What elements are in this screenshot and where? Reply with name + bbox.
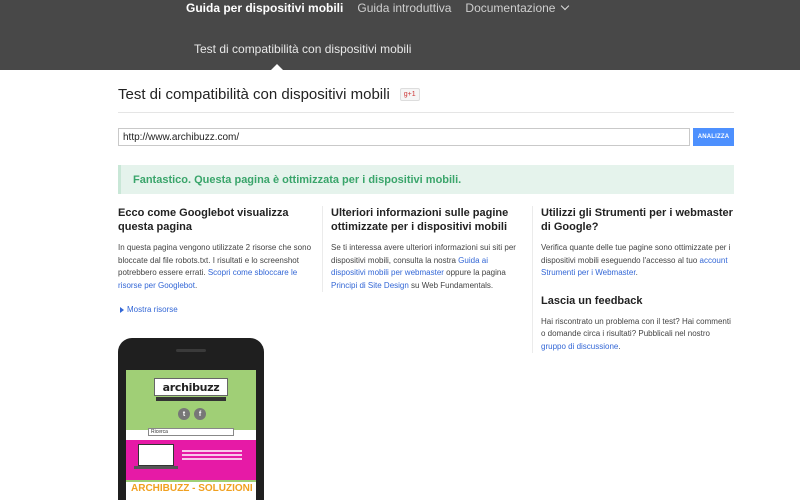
expand-arrow-icon	[120, 306, 124, 313]
chevron-down-icon	[561, 1, 570, 11]
preview-banner-text	[182, 450, 242, 464]
nav-mobile-guide[interactable]: Guida per dispositivi mobili	[186, 0, 343, 16]
google-plus-button[interactable]: g+1	[399, 88, 420, 101]
nav-getting-started[interactable]: Guida introduttiva	[357, 0, 451, 16]
more-info-heading: Ulteriori informazioni sulle pagine otti…	[331, 207, 509, 233]
twitter-icon: t	[178, 408, 190, 420]
title-divider	[118, 112, 734, 113]
show-resources-toggle[interactable]: Mostra risorse	[120, 305, 178, 314]
googlebot-text: In questa pagina vengono utilizzate 2 ri…	[118, 242, 314, 292]
preview-logo-text: archibuzz	[162, 380, 220, 394]
top-header: Guida per dispositivi mobili Guida intro…	[0, 0, 800, 70]
url-input[interactable]	[118, 128, 690, 146]
nav-getting-started-label: Guida introduttiva	[357, 1, 452, 15]
more-info-text: Se ti interessa avere ulteriori informaz…	[331, 242, 522, 292]
nav-mobile-guide-label: Guida per dispositivi mobili	[186, 1, 344, 15]
subnav-mobile-test[interactable]: Test di compatibilità con dispositivi mo…	[194, 42, 411, 56]
webmaster-text-end: .	[635, 268, 638, 277]
nav-documentation[interactable]: Documentazione	[465, 0, 570, 16]
site-design-link[interactable]: Principi di Site Design	[331, 281, 409, 290]
feedback-body: Hai riscontrato un problema con il test?…	[541, 316, 731, 339]
feedback-heading: Lascia un feedback	[541, 294, 643, 307]
more-info-body-3: su Web Fundamentals.	[408, 280, 494, 290]
feedback-text-end: .	[618, 341, 621, 351]
success-banner: Fantastico. Questa pagina è ottimizzata …	[118, 165, 734, 194]
page-title: Test di compatibilità con dispositivi mo…	[118, 86, 390, 103]
webmaster-text: Verifica quante delle tue pagine sono ot…	[541, 242, 734, 280]
more-info-column: Ulteriori informazioni sulle pagine otti…	[322, 206, 522, 292]
laptop-icon	[138, 444, 174, 466]
laptop-base	[134, 466, 178, 469]
discussion-group-link[interactable]: gruppo di discussione	[541, 342, 618, 351]
show-resources-label: Mostra risorse	[127, 305, 178, 314]
nav-documentation-label: Documentazione	[465, 1, 556, 15]
webmaster-column: Utilizzi gli Strumenti per i webmaster d…	[532, 206, 734, 353]
feedback-text: Hai riscontrato un problema con il test?…	[541, 316, 734, 354]
preview-search-field: Ricerca	[148, 428, 234, 436]
success-message: Fantastico. Questa pagina è ottimizzata …	[133, 173, 462, 186]
phone-speaker	[176, 349, 206, 352]
more-info-body-1: Se ti interessa avere ulteriori informaz…	[331, 243, 516, 265]
preview-banner-title: ARCHIBUZZ - SOLUZIONI	[131, 483, 253, 494]
analyze-button[interactable]: ANALIZZA	[693, 128, 734, 146]
more-info-body-2: oppure la pagina	[443, 268, 506, 277]
facebook-icon: f	[194, 408, 206, 420]
title-row: Test di compatibilità con dispositivi mo…	[118, 86, 420, 103]
googlebot-text-end: .	[194, 280, 198, 290]
googlebot-heading: Ecco come Googlebot visualizza questa pa…	[118, 207, 289, 233]
googlebot-column: Ecco come Googlebot visualizza questa pa…	[110, 206, 314, 292]
preview-logo-tagline	[156, 397, 226, 401]
webmaster-heading: Utilizzi gli Strumenti per i webmaster d…	[541, 207, 733, 233]
active-tab-indicator	[271, 64, 283, 70]
phone-screenshot: archibuzz t f Ricerca ARCHIBUZZ - SOLUZI…	[126, 370, 256, 500]
preview-logo: archibuzz	[154, 378, 228, 396]
top-navigation: Guida per dispositivi mobili Guida intro…	[186, 0, 570, 16]
